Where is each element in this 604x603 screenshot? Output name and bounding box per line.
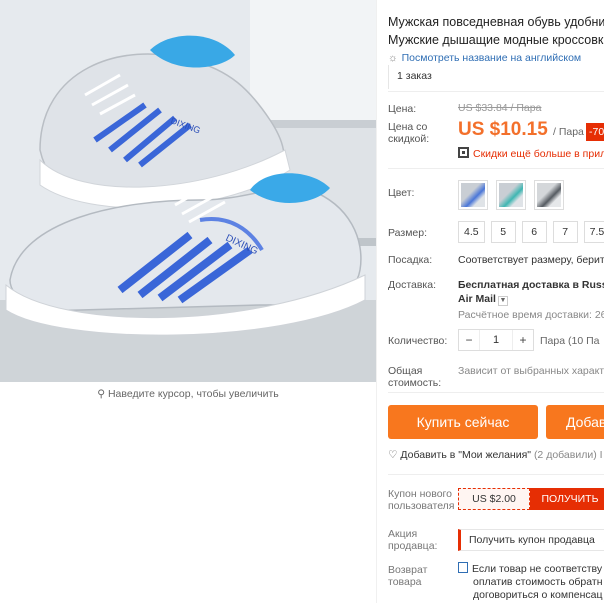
color-label: Цвет: xyxy=(388,187,415,199)
quantity-input[interactable]: 1 xyxy=(479,330,513,350)
document-icon xyxy=(458,562,468,573)
color-swatch-grey-teal[interactable] xyxy=(496,180,526,210)
coupon-value: US $2.00 xyxy=(458,488,530,510)
magnifier-icon: ⚲ xyxy=(97,388,105,400)
returns-line-2: оплатив стоимость обратн xyxy=(473,576,603,588)
product-image[interactable]: DIXING DIXING xyxy=(0,0,376,382)
seller-coupon-dropdown[interactable]: Получить купон продавца ⌄ xyxy=(458,529,604,551)
wishlist-count: (2 добавили) I xyxy=(533,449,603,461)
returns-label-line-2: товара xyxy=(388,576,422,588)
size-label: Размер: xyxy=(388,227,428,239)
add-to-cart-button[interactable]: Добав xyxy=(546,405,604,439)
total-label-line-2: стоимость: xyxy=(388,377,442,389)
fit-value: Соответствует размеру, берите xyxy=(458,254,604,266)
size-option[interactable]: 7 xyxy=(552,221,578,243)
quantity-unit-note: Пара (10 Па xyxy=(540,335,600,347)
fit-label: Посадка: xyxy=(388,254,433,266)
color-swatch-grey-blue[interactable] xyxy=(458,180,488,210)
product-info-panel: Мужская повседневная обувь удобни Мужски… xyxy=(388,0,604,603)
shoe-thumbnail xyxy=(499,183,523,207)
returns-line-1: Если товар не соответству xyxy=(472,563,603,575)
shoe-thumbnail xyxy=(461,183,485,207)
shipping-method[interactable]: Бесплатная доставка в Russi xyxy=(458,279,604,291)
size-option[interactable]: 7.5 xyxy=(583,221,604,243)
size-option[interactable]: 5 xyxy=(490,221,516,243)
chevron-down-icon[interactable]: ▼ xyxy=(497,296,508,306)
shipping-label: Доставка: xyxy=(388,279,437,291)
seller-promo-label-line-2: продавца: xyxy=(388,540,438,552)
app-promo[interactable]: Скидки ещё больше в прил xyxy=(458,147,604,160)
old-price: US $33.84 / Пара xyxy=(458,102,542,114)
app-promo-text: Скидки ещё больше в прил xyxy=(473,148,604,160)
separator xyxy=(388,392,604,393)
separator xyxy=(388,168,604,169)
divider xyxy=(376,0,377,603)
total-label-line-1: Общая xyxy=(388,365,423,377)
coupon-label-line-2: пользователя xyxy=(388,500,455,512)
shipping-carrier-text: Air Mail xyxy=(458,293,496,305)
price-unit: / Пара xyxy=(553,126,584,138)
zoom-hint-text: Наведите курсор, чтобы увеличить xyxy=(107,388,279,400)
translate-link-text: Посмотреть название на английском xyxy=(401,52,582,64)
color-swatches xyxy=(458,180,564,210)
add-to-wishlist[interactable]: ♡ Добавить в "Мои желания" (2 добавили) I xyxy=(388,449,603,461)
coupon-label-line-1: Купон нового xyxy=(388,488,452,500)
shipping-carrier[interactable]: Air Mail ▼ xyxy=(458,293,508,306)
quantity-decrease-button[interactable]: − xyxy=(459,330,479,350)
separator xyxy=(388,474,604,475)
sneaker-photo: DIXING DIXING xyxy=(0,0,376,382)
total-value: Зависит от выбранных характ xyxy=(458,365,604,377)
total-label: Общая стоимость: xyxy=(388,365,441,389)
size-options: 4.5 5 6 7 7.5 xyxy=(458,221,604,243)
discount-label-line-1: Цена со xyxy=(388,121,428,133)
quantity-stepper: − 1 + xyxy=(458,329,534,351)
returns-info: Если товар не соответству оплатив стоимо… xyxy=(458,562,603,602)
qr-code-icon xyxy=(458,147,469,158)
product-title: Мужская повседневная обувь удобни Мужски… xyxy=(388,13,604,49)
heart-icon: ♡ xyxy=(388,449,398,461)
size-option[interactable]: 4.5 xyxy=(458,221,485,243)
delivery-estimate: Расчётное время доставки: 26 xyxy=(458,309,604,321)
shoe-thumbnail xyxy=(537,183,561,207)
new-user-coupon-label: Купон нового пользователя xyxy=(388,488,455,512)
returns-line-3: договориться о компенсац xyxy=(473,589,603,601)
get-coupon-button[interactable]: ПОЛУЧИТЬ xyxy=(530,488,604,510)
sale-price: US $10.15 xyxy=(458,119,548,140)
quantity-label: Количество: xyxy=(388,335,448,347)
separator xyxy=(388,91,604,92)
zoom-hint: ⚲ Наведите курсор, чтобы увеличить xyxy=(0,388,376,400)
returns-label: Возврат товара xyxy=(388,564,427,588)
title-line-2: Мужские дышащие модные кроссовк xyxy=(388,33,604,47)
discount-label-line-2: скидкой: xyxy=(388,133,430,145)
globe-icon: ☼ xyxy=(388,52,398,64)
size-option[interactable]: 6 xyxy=(521,221,547,243)
discount-badge: -70 xyxy=(586,123,604,141)
color-swatch-grey-dark[interactable] xyxy=(534,180,564,210)
seller-promo-label-line-1: Акция xyxy=(388,528,418,540)
price-label: Цена: xyxy=(388,103,417,115)
returns-label-line-1: Возврат xyxy=(388,564,428,576)
seller-promo-label: Акция продавца: xyxy=(388,528,437,552)
buy-now-button[interactable]: Купить сейчас xyxy=(388,405,538,439)
discount-price-label: Цена со скидкой: xyxy=(388,121,429,145)
title-line-1: Мужская повседневная обувь удобни xyxy=(388,15,604,29)
orders-count: 1 заказ xyxy=(388,65,604,89)
seller-coupon-text: Получить купон продавца xyxy=(469,534,595,546)
translate-link[interactable]: ☼ Посмотреть название на английском xyxy=(388,52,581,64)
quantity-increase-button[interactable]: + xyxy=(513,330,533,350)
wishlist-text: Добавить в "Мои желания" xyxy=(400,449,532,461)
